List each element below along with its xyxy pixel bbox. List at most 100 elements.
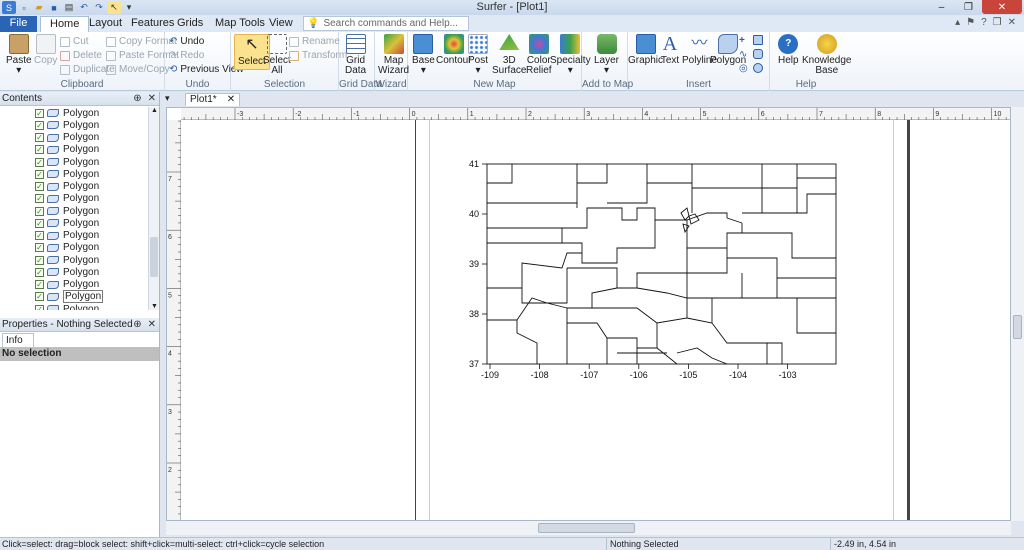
minimize-ribbon-icon[interactable]: ▴ <box>955 17 960 28</box>
map-frame[interactable] <box>486 163 837 365</box>
post-map-button[interactable]: Post ▾ <box>468 34 488 76</box>
map-wizard-button[interactable]: Map Wizard <box>378 34 409 76</box>
help-button[interactable]: ? Help <box>778 34 799 66</box>
tab-file[interactable]: File <box>0 16 37 32</box>
horizontal-scroll-thumb[interactable] <box>538 523 635 533</box>
visibility-checkbox[interactable]: ✓ <box>35 169 44 179</box>
visibility-checkbox[interactable]: ✓ <box>35 267 44 277</box>
close-doc-icon[interactable]: ✕ <box>1008 17 1016 28</box>
insert-ellipse-button[interactable] <box>753 63 763 73</box>
base-map-button[interactable]: Base ▾ <box>412 34 435 76</box>
search-commands-input[interactable]: 💡 Search commands and Help... <box>303 16 469 31</box>
contents-scroll-thumb[interactable] <box>150 237 158 277</box>
visibility-checkbox[interactable]: ✓ <box>35 157 44 167</box>
copy-button[interactable]: Copy <box>34 34 57 66</box>
restore-doc-icon[interactable]: ❐ <box>993 17 1002 28</box>
tree-item-polygon[interactable]: ✓ Polygon <box>0 168 148 180</box>
delete-button[interactable]: Delete <box>60 50 102 61</box>
tab-info[interactable]: Info <box>2 333 34 347</box>
insert-rectangle-button[interactable] <box>753 35 763 45</box>
tree-item-polygon[interactable]: ✓ Polygon <box>0 242 148 254</box>
close-icon[interactable]: ✕ <box>982 0 1022 14</box>
tree-item-polygon[interactable]: ✓ Polygon <box>0 107 148 119</box>
redo-button[interactable]: ↷ Redo <box>169 50 204 61</box>
pin-icon[interactable]: ⊕ <box>133 318 141 331</box>
contents-tree[interactable]: ✓ Polygon ✓ Polygon ✓ Polygon ✓ Polygon ✓ Polygon… <box>0 107 148 310</box>
plot-canvas[interactable]: -3 -2 -1 0 1 2 3 4 5 6 7 8 9 10 765432 41 40 39 38 37 -10… <box>166 107 1011 521</box>
help-icon[interactable]: ? <box>981 17 987 28</box>
tree-item-polygon[interactable]: ✓ Polygon <box>0 205 148 217</box>
tree-item-polygon[interactable]: ✓ Polygon <box>0 254 148 266</box>
flag-icon[interactable]: ⚑ <box>966 17 975 28</box>
horizontal-scrollbar[interactable] <box>166 521 1011 535</box>
add-layer-button[interactable]: Layer ▾ <box>594 34 619 76</box>
paste-button[interactable]: Paste ▾ <box>6 34 32 76</box>
rename-button[interactable]: Rename <box>289 36 340 47</box>
visibility-checkbox[interactable]: ✓ <box>35 304 44 310</box>
visibility-checkbox[interactable]: ✓ <box>35 120 44 130</box>
close-icon[interactable]: ✕ <box>148 318 156 331</box>
tree-item-polygon[interactable]: ✓ Polygon <box>0 266 148 278</box>
close-icon[interactable]: ✕ <box>148 92 156 105</box>
insert-text-button[interactable]: A Text <box>660 34 680 66</box>
move-copy-button[interactable]: Move/Copy <box>106 64 170 75</box>
insert-rounded-rect-button[interactable] <box>753 49 763 59</box>
visibility-checkbox[interactable]: ✓ <box>35 218 44 228</box>
tree-item-polygon[interactable]: ✓ Polygon <box>0 290 148 304</box>
color-relief-button[interactable]: Color Relief <box>526 34 552 76</box>
visibility-checkbox[interactable]: ✓ <box>35 280 44 290</box>
tab-plot1[interactable]: Plot1* ✕ <box>185 93 241 106</box>
visibility-checkbox[interactable]: ✓ <box>35 255 44 265</box>
tree-item-polygon[interactable]: ✓ Polygon <box>0 144 148 156</box>
contour-map-button[interactable]: Contour <box>436 34 472 66</box>
open-icon[interactable]: ▰ <box>32 1 46 14</box>
insert-spline-button[interactable]: ∿ <box>739 49 747 60</box>
tree-item-polygon[interactable]: ✓ Polygon <box>0 193 148 205</box>
new-file-icon[interactable]: ▫ <box>17 1 31 14</box>
doc-menu-icon[interactable]: ▾ <box>165 93 170 104</box>
tab-view[interactable]: View <box>260 16 302 32</box>
select-all-button[interactable]: Select All <box>263 34 291 76</box>
undo-icon[interactable]: ↶ <box>77 1 91 14</box>
redo-icon[interactable]: ↷ <box>92 1 106 14</box>
visibility-checkbox[interactable]: ✓ <box>35 292 44 302</box>
pin-icon[interactable]: ⊕ <box>133 92 141 105</box>
tree-item-polygon[interactable]: ✓ Polygon <box>0 181 148 193</box>
contents-scrollbar[interactable]: ▲ ▼ <box>148 107 159 310</box>
visibility-checkbox[interactable]: ✓ <box>35 108 44 118</box>
insert-symbol-button[interactable]: ◎ <box>739 63 748 74</box>
grid-data-button[interactable]: Grid Data <box>345 34 366 76</box>
tree-item-polygon[interactable]: ✓ Polygon <box>0 230 148 242</box>
visibility-checkbox[interactable]: ✓ <box>35 206 44 216</box>
tree-item-polygon[interactable]: ✓ Polygon <box>0 119 148 131</box>
3d-surface-button[interactable]: 3D Surface <box>492 34 526 76</box>
restore-icon[interactable]: ❐ <box>955 0 982 14</box>
minimize-icon[interactable]: – <box>928 0 955 14</box>
save-icon[interactable]: ■ <box>47 1 61 14</box>
tree-item-polygon[interactable]: ✓ Polygon <box>0 217 148 229</box>
print-icon[interactable]: ▤ <box>62 1 76 14</box>
visibility-checkbox[interactable]: ✓ <box>35 231 44 241</box>
visibility-checkbox[interactable]: ✓ <box>35 194 44 204</box>
insert-point-button[interactable]: + <box>739 35 745 46</box>
select-tool-icon[interactable]: ↖ <box>107 1 121 14</box>
vertical-scroll-thumb[interactable] <box>1013 315 1022 339</box>
customize-qat-icon[interactable]: ▾ <box>122 1 136 14</box>
cut-button[interactable]: Cut <box>60 36 89 47</box>
tree-item-polygon[interactable]: ✓ Polygon <box>0 279 148 291</box>
visibility-checkbox[interactable]: ✓ <box>35 133 44 143</box>
scroll-up-icon[interactable]: ▲ <box>151 107 158 114</box>
tree-item-polygon[interactable]: ✓ Polygon <box>0 132 148 144</box>
app-icon[interactable]: S <box>2 1 16 14</box>
tree-item-polygon[interactable]: ✓ Polygon <box>0 156 148 168</box>
colorado-county-map[interactable]: 41 40 39 38 37 -109 -108 -107 -106 -105 -104 -103 <box>167 108 1011 521</box>
tree-item-polygon[interactable]: ✓ Polygon <box>0 303 148 310</box>
visibility-checkbox[interactable]: ✓ <box>35 243 44 253</box>
undo-button[interactable]: ↶ Undo <box>169 36 204 47</box>
knowledge-base-button[interactable]: Knowledge Base <box>802 34 851 76</box>
visibility-checkbox[interactable]: ✓ <box>35 145 44 155</box>
visibility-checkbox[interactable]: ✓ <box>35 182 44 192</box>
close-icon[interactable]: ✕ <box>227 94 235 106</box>
scroll-down-icon[interactable]: ▼ <box>151 303 158 310</box>
vertical-scrollbar[interactable] <box>1011 107 1024 521</box>
